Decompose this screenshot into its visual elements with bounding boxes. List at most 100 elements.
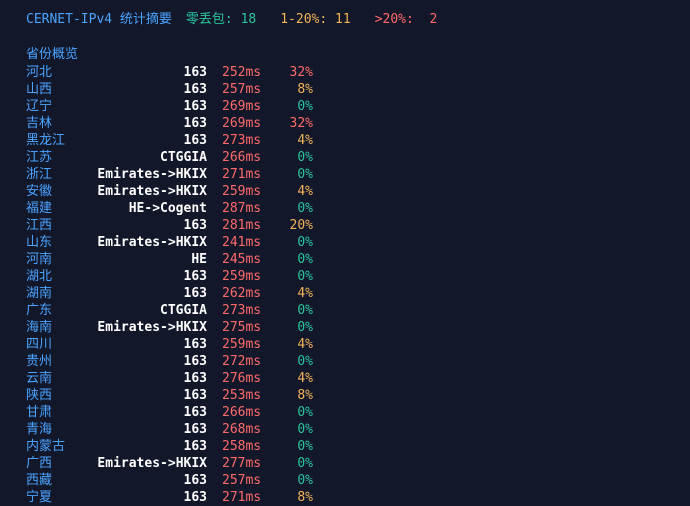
latency-value: 257ms	[222, 82, 262, 97]
table-row: 黑龙江 163 273ms 4%	[26, 132, 676, 149]
route-name: 163	[183, 388, 207, 403]
table-row: 贵州 163 272ms 0%	[26, 353, 676, 370]
loss-value: 32%	[289, 65, 313, 80]
loss-value: 8%	[297, 490, 313, 505]
latency-value: 259ms	[222, 184, 262, 199]
latency-value: 253ms	[222, 388, 262, 403]
loss-value: 4%	[297, 133, 313, 148]
route-name: 163	[183, 354, 207, 369]
table-row: 内蒙古 163 258ms 0%	[26, 438, 676, 455]
table-row: 甘肃 163 266ms 0%	[26, 404, 676, 421]
route-name: Emirates->HKIX	[97, 456, 207, 471]
latency-value: 273ms	[222, 133, 262, 148]
province-table: 河北 163 252ms 32% 山西 163 257ms 8% 辽宁 163 269ms 0% 吉林 1…	[26, 64, 676, 506]
latency-value: 271ms	[222, 490, 262, 505]
table-row: 广东 CTGGIA 273ms 0%	[26, 302, 676, 319]
loss-value: 0%	[297, 473, 313, 488]
latency-value: 287ms	[222, 201, 262, 216]
table-row: 西藏 163 257ms 0%	[26, 472, 676, 489]
table-row: 湖南 163 262ms 4%	[26, 285, 676, 302]
loss-value: 0%	[297, 201, 313, 216]
route-name: Emirates->HKIX	[97, 320, 207, 335]
table-row: 浙江 Emirates->HKIX 271ms 0%	[26, 166, 676, 183]
table-row: 江西 163 281ms 20%	[26, 217, 676, 234]
loss-over-20-count: >20%: 2	[374, 12, 438, 27]
route-name: 163	[183, 99, 207, 114]
zero-loss-count: 零丢包: 18	[185, 12, 257, 27]
route-name: Emirates->HKIX	[97, 184, 207, 199]
route-name: CTGGIA	[160, 150, 207, 165]
loss-value: 0%	[297, 269, 313, 284]
loss-value: 8%	[297, 388, 313, 403]
terminal-output: CERNET-IPv4 统计摘要 零丢包: 18 1-20%: 11 >20%: 2 …	[26, 10, 676, 506]
latency-value: 245ms	[222, 252, 262, 267]
route-name: 163	[183, 65, 207, 80]
loss-value: 0%	[297, 235, 313, 250]
route-name: 163	[183, 286, 207, 301]
latency-value: 276ms	[222, 371, 262, 386]
route-name: Emirates->HKIX	[97, 167, 207, 182]
loss-value: 4%	[297, 286, 313, 301]
latency-value: 258ms	[222, 439, 262, 454]
latency-value: 277ms	[222, 456, 262, 471]
loss-value: 0%	[297, 150, 313, 165]
route-name: 163	[183, 116, 207, 131]
table-row: 海南 Emirates->HKIX 275ms 0%	[26, 319, 676, 336]
table-row: 安徽 Emirates->HKIX 259ms 4%	[26, 183, 676, 200]
table-row: 江苏 CTGGIA 266ms 0%	[26, 149, 676, 166]
latency-value: 259ms	[222, 337, 262, 352]
latency-value: 273ms	[222, 303, 262, 318]
latency-value: 272ms	[222, 354, 262, 369]
route-name: 163	[183, 490, 207, 505]
latency-value: 241ms	[222, 235, 262, 250]
route-name: Emirates->HKIX	[97, 235, 207, 250]
summary-line: CERNET-IPv4 统计摘要 零丢包: 18 1-20%: 11 >20%: 2	[26, 10, 676, 30]
table-row: 河北 163 252ms 32%	[26, 64, 676, 81]
route-name: 163	[183, 337, 207, 352]
latency-value: 268ms	[222, 422, 262, 437]
latency-value: 262ms	[222, 286, 262, 301]
table-row: 广西 Emirates->HKIX 277ms 0%	[26, 455, 676, 472]
table-row: 青海 163 268ms 0%	[26, 421, 676, 438]
route-name: 163	[183, 218, 207, 233]
route-name: HE	[191, 252, 207, 267]
loss-value: 0%	[297, 303, 313, 318]
loss-value: 20%	[289, 218, 313, 233]
table-row: 辽宁 163 269ms 0%	[26, 98, 676, 115]
table-row: 云南 163 276ms 4%	[26, 370, 676, 387]
loss-value: 0%	[297, 354, 313, 369]
loss-value: 0%	[297, 167, 313, 182]
loss-value: 0%	[297, 439, 313, 454]
route-name: 163	[183, 439, 207, 454]
loss-value: 0%	[297, 405, 313, 420]
loss-value: 0%	[297, 422, 313, 437]
loss-value: 0%	[297, 99, 313, 114]
latency-value: 275ms	[222, 320, 262, 335]
summary-title: CERNET-IPv4 统计摘要	[26, 12, 172, 27]
latency-value: 269ms	[222, 116, 262, 131]
table-row: 陕西 163 253ms 8%	[26, 387, 676, 404]
route-name: 163	[183, 405, 207, 420]
route-name: 163	[183, 133, 207, 148]
loss-value: 0%	[297, 456, 313, 471]
table-row: 福建 HE->Cogent 287ms 0%	[26, 200, 676, 217]
section-title: 省份概览	[26, 47, 79, 62]
latency-value: 257ms	[222, 473, 262, 488]
route-name: 163	[183, 473, 207, 488]
latency-value: 259ms	[222, 269, 262, 284]
loss-value: 32%	[289, 116, 313, 131]
table-row: 吉林 163 269ms 32%	[26, 115, 676, 132]
latency-value: 271ms	[222, 167, 262, 182]
route-name: 163	[183, 269, 207, 284]
loss-1-20-count: 1-20%: 11	[280, 12, 351, 27]
route-name: CTGGIA	[160, 303, 207, 318]
route-name: 163	[183, 82, 207, 97]
table-row: 宁夏 163 271ms 8%	[26, 489, 676, 506]
route-name: HE->Cogent	[128, 201, 207, 216]
table-row: 河南 HE 245ms 0%	[26, 251, 676, 268]
table-row: 四川 163 259ms 4%	[26, 336, 676, 353]
loss-value: 0%	[297, 252, 313, 267]
loss-value: 0%	[297, 320, 313, 335]
table-row: 山西 163 257ms 8%	[26, 81, 676, 98]
latency-value: 269ms	[222, 99, 262, 114]
